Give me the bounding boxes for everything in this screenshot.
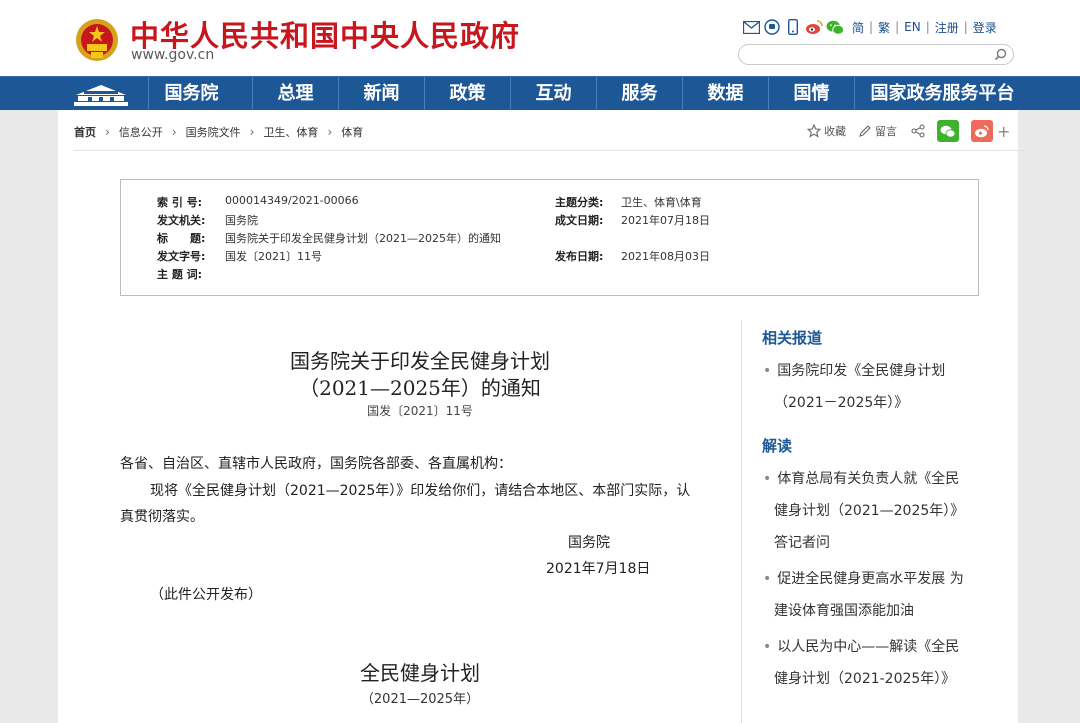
lang-simplified-link[interactable]: 简 — [852, 19, 864, 36]
interpretation-link-cont[interactable]: 健身计划（2021-2025年）》 — [774, 668, 955, 688]
national-emblem-icon[interactable] — [74, 14, 120, 64]
star-icon[interactable] — [807, 124, 821, 138]
meta-key: 标 题: — [157, 232, 206, 245]
meta-published-date: 2021年08月03日 — [621, 250, 710, 263]
breadcrumb-sports-link[interactable]: 体育 — [341, 124, 363, 140]
nav-item-data[interactable]: 数据 — [682, 77, 768, 111]
mail-icon[interactable] — [742, 18, 760, 36]
article-doc-number: 国发〔2021〕11号 — [367, 404, 473, 418]
chevron-right-icon: › — [171, 125, 177, 139]
interpretation-link[interactable]: • 体育总局有关负责人就《全民 — [763, 468, 959, 488]
register-link[interactable]: 注册 — [935, 19, 959, 36]
related-reports-heading: 相关报道 — [762, 329, 823, 347]
breadcrumb-home-link[interactable]: 首页 — [74, 124, 96, 140]
nav-item-policy[interactable]: 政策 — [424, 77, 510, 111]
tiananmen-home-icon[interactable] — [70, 80, 132, 108]
article-body-line: 现将《全民健身计划（2021—2025年）》印发给你们，请结合本地区、本部门实际… — [150, 483, 691, 499]
nav-item-state-council[interactable]: 国务院 — [148, 77, 234, 111]
meta-issuer: 国务院 — [225, 214, 258, 227]
nav-item-premier[interactable]: 总理 — [252, 77, 338, 111]
site-domain: www.gov.cn — [131, 47, 215, 63]
article-salutation: 各省、自治区、直辖市人民政府，国务院各部委、各直属机构： — [120, 456, 512, 472]
nav-item-service-platform[interactable]: 国家政务服务平台 — [854, 77, 1030, 111]
chevron-right-icon: › — [249, 125, 255, 139]
mobile-icon[interactable] — [784, 18, 802, 36]
meta-key: 发文机关: — [157, 214, 206, 227]
meta-key: 发布日期: — [555, 250, 604, 263]
meta-key: 成文日期: — [555, 214, 604, 227]
article-body-line: 真贯彻落实。 — [120, 509, 204, 525]
interpretation-link[interactable]: • 促进全民健身更高水平发展 为 — [763, 568, 964, 588]
interpretation-heading: 解读 — [762, 437, 793, 455]
meta-doc-number: 国发〔2021〕11号 — [225, 250, 322, 263]
meta-category: 卫生、体育\体育 — [621, 196, 702, 209]
interpretation-link[interactable]: • 以人民为中心——解读《全民 — [763, 636, 959, 656]
wechat-icon — [940, 125, 956, 138]
interpretation-link-cont[interactable]: 建设体育强国添能加油 — [774, 600, 914, 620]
nav-item-service[interactable]: 服务 — [596, 77, 682, 111]
breadcrumb-info-link[interactable]: 信息公开 — [119, 124, 163, 140]
article-tools: 收藏 留言 + — [807, 120, 1010, 142]
interpretation-link-cont[interactable]: 健身计划（2021—2025年）》 — [774, 500, 964, 520]
wechat-icon[interactable] — [826, 18, 844, 36]
top-links: 简 | 繁 | EN | 注册 | 登录 — [742, 17, 997, 37]
related-report-link-cont[interactable]: （2021－2025年）》 — [774, 392, 908, 412]
related-report-link[interactable]: • 国务院印发《全民健身计划 — [763, 360, 945, 380]
share-wechat-button[interactable] — [937, 120, 959, 142]
share-icon[interactable] — [911, 124, 925, 138]
breadcrumb-documents-link[interactable]: 国务院文件 — [186, 124, 241, 140]
meta-key: 主题分类: — [555, 196, 604, 209]
meta-title: 国务院关于印发全民健身计划（2021—2025年）的通知 — [225, 232, 501, 245]
breadcrumb: 首页 › 信息公开 › 国务院文件 › 卫生、体育 › 体育 — [74, 124, 363, 140]
article-title-line2: （2021—2025年）的通知 — [299, 376, 541, 400]
more-share-button[interactable]: + — [997, 122, 1010, 141]
chevron-right-icon: › — [105, 125, 110, 139]
lang-english-link[interactable]: EN — [904, 20, 921, 34]
main-nav: 国务院 总理 新闻 政策 互动 服务 数据 国情 国家政务服务平台 — [0, 76, 1080, 111]
article-sign-date: 2021年7月18日 — [546, 561, 651, 577]
share-weibo-button[interactable] — [971, 120, 993, 142]
nav-item-national-info[interactable]: 国情 — [768, 77, 854, 111]
plan-subtitle: （2021—2025年） — [360, 692, 480, 707]
search-box — [738, 44, 1014, 65]
nav-item-news[interactable]: 新闻 — [338, 77, 424, 111]
plan-title: 全民健身计划 — [360, 661, 480, 685]
collect-button[interactable]: 收藏 — [824, 123, 846, 139]
nav-item-interaction[interactable]: 互动 — [510, 77, 596, 111]
meta-index-no: 000014349/2021-00066 — [225, 194, 359, 207]
weibo-icon[interactable] — [805, 18, 823, 36]
article-public-note: （此件公开发布） — [150, 587, 262, 603]
article-signer: 国务院 — [568, 535, 610, 551]
lang-traditional-link[interactable]: 繁 — [878, 19, 890, 36]
meta-key: 发文字号: — [157, 250, 206, 263]
comment-button[interactable]: 留言 — [875, 123, 897, 139]
article-title-line1: 国务院关于印发全民健身计划 — [290, 349, 550, 373]
chevron-right-icon: › — [327, 125, 333, 139]
login-link[interactable]: 登录 — [973, 19, 997, 36]
search-input[interactable] — [749, 46, 989, 63]
meta-created-date: 2021年07月18日 — [621, 214, 710, 227]
search-icon[interactable] — [994, 48, 1008, 62]
meta-key: 索 引 号: — [157, 196, 203, 209]
document-meta-box: 索 引 号: 000014349/2021-00066 主题分类: 卫生、体育\… — [120, 179, 979, 296]
chat-icon[interactable] — [763, 18, 781, 36]
sidebar-divider — [741, 320, 742, 723]
weibo-icon — [975, 124, 989, 137]
meta-key: 主 题 词: — [157, 268, 203, 281]
interpretation-link-cont[interactable]: 答记者问 — [774, 532, 830, 552]
pencil-icon[interactable] — [858, 124, 872, 138]
breadcrumb-health-sports-link[interactable]: 卫生、体育 — [263, 124, 318, 140]
site-header: 中华人民共和国中央人民政府 www.gov.cn 简 | 繁 | EN | 注册… — [0, 0, 1080, 76]
divider — [74, 150, 1024, 151]
